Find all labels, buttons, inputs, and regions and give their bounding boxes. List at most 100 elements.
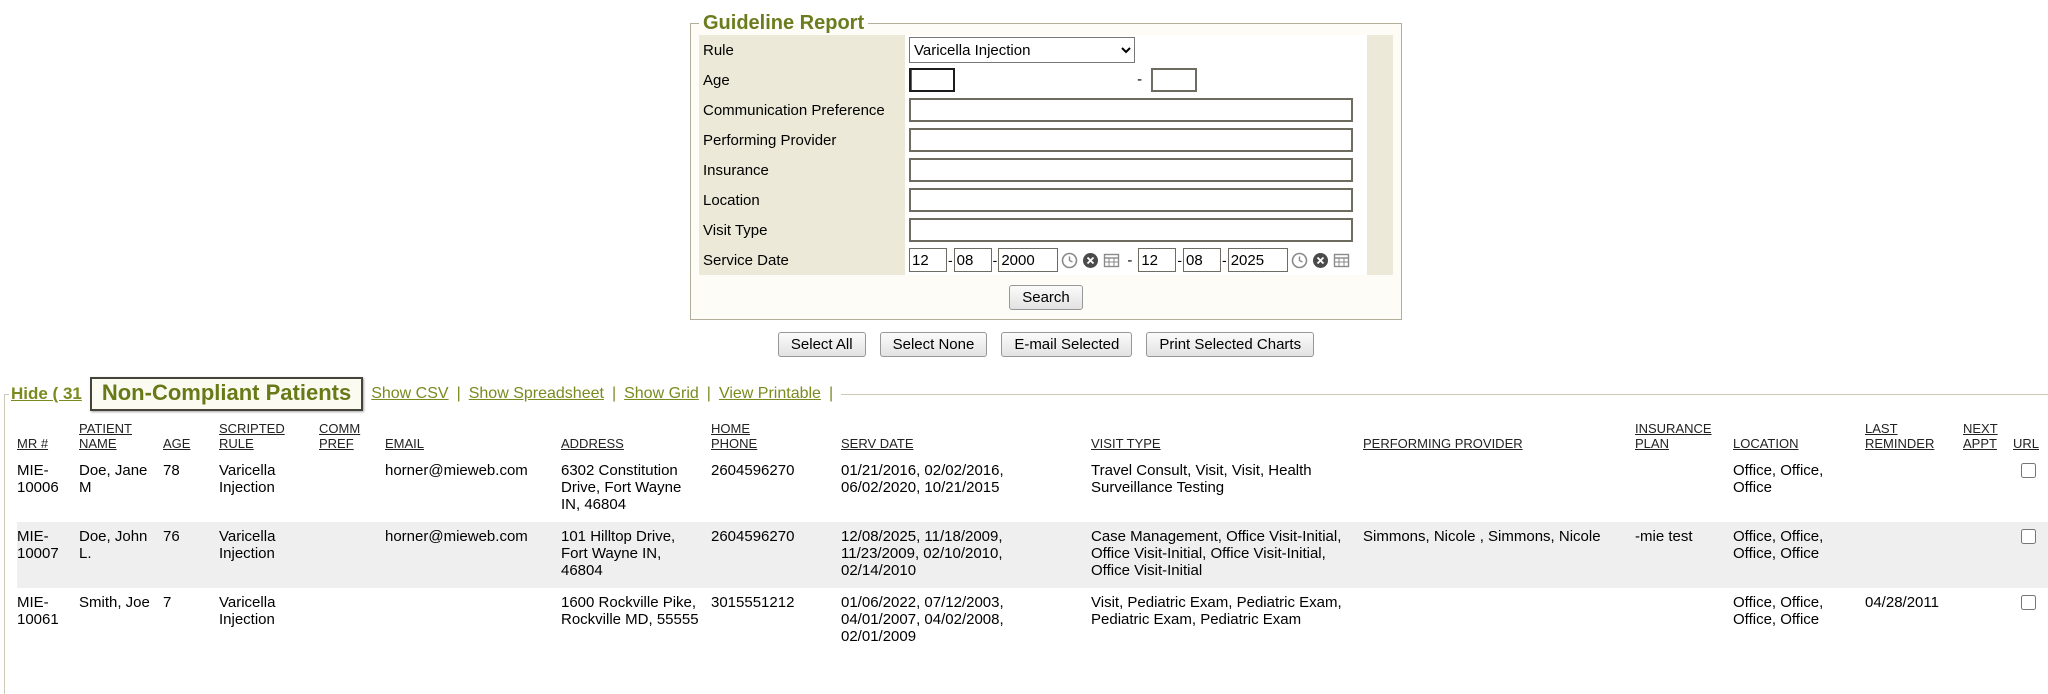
section-title: Non-Compliant Patients: [90, 377, 363, 411]
home-phone-cell: 2604596270: [711, 456, 841, 522]
form-row-strip: [1367, 65, 1393, 95]
col-header-patient-name[interactable]: PATIENT NAME: [79, 419, 163, 456]
visit-type-row: Visit Type: [699, 215, 1393, 245]
service-date-from-month-input[interactable]: [909, 248, 947, 272]
performing-provider-cell: Simmons, Nicole , Simmons, Nicole: [1363, 522, 1635, 588]
col-header-insurance-plan[interactable]: INSURANCE PLAN: [1635, 419, 1733, 456]
link-separator: |: [707, 385, 711, 403]
rule-row: Rule Varicella Injection: [699, 35, 1393, 65]
communication-preference-row: Communication Preference: [699, 95, 1393, 125]
url-cell: [2013, 522, 2048, 588]
col-header-comm-pref[interactable]: COMM PREF: [319, 419, 385, 456]
service-date-to-month-input[interactable]: [1138, 248, 1176, 272]
patient-row: MIE-10006 Doe, Jane M 78 Varicella Injec…: [17, 456, 2048, 522]
email-cell: horner@mieweb.com: [385, 522, 561, 588]
col-header-last-reminder[interactable]: LAST REMINDER: [1865, 419, 1963, 456]
form-row-strip: [1367, 215, 1393, 245]
col-header-home-phone[interactable]: HOME PHONE: [711, 419, 841, 456]
age-label: Age: [699, 65, 905, 95]
age-from-input[interactable]: [909, 68, 955, 92]
clock-icon[interactable]: [1291, 252, 1308, 269]
insurance-input[interactable]: [909, 158, 1353, 182]
service-date-to-day-input[interactable]: [1183, 248, 1221, 272]
calendar-icon[interactable]: [1103, 252, 1120, 269]
col-header-scripted-rule[interactable]: SCRIPTED RULE: [219, 419, 319, 456]
link-separator: |: [612, 385, 616, 403]
col-header-performing-provider[interactable]: PERFORMING PROVIDER: [1363, 419, 1635, 456]
guideline-report-fieldset: Guideline Report Rule Varicella Injectio…: [690, 12, 1402, 320]
performing-provider-cell: [1363, 456, 1635, 522]
visit-type-input[interactable]: [909, 218, 1353, 242]
date-part-separator: -: [1177, 252, 1182, 268]
age-to-input[interactable]: [1151, 68, 1197, 92]
col-header-location[interactable]: LOCATION: [1733, 419, 1865, 456]
serv-date-cell: 01/21/2016, 02/02/2016, 06/02/2020, 10/2…: [841, 456, 1091, 522]
row-select-checkbox[interactable]: [2021, 463, 2036, 478]
calendar-icon[interactable]: [1333, 252, 1350, 269]
clear-date-icon[interactable]: [1312, 252, 1329, 269]
clear-date-icon[interactable]: [1082, 252, 1099, 269]
patient-name-cell: Doe, John L.: [79, 522, 163, 588]
row-select-checkbox[interactable]: [2021, 529, 2036, 544]
col-header-next-appt[interactable]: NEXT APPT: [1963, 419, 2013, 456]
col-header-address[interactable]: ADDRESS: [561, 419, 711, 456]
select-none-button[interactable]: Select None: [880, 332, 988, 357]
comm-pref-cell: [319, 456, 385, 522]
scripted-rule-cell: Varicella Injection: [219, 522, 319, 588]
col-header-url[interactable]: URL: [2013, 419, 2048, 456]
col-header-mr[interactable]: MR #: [17, 419, 79, 456]
last-reminder-cell: [1865, 456, 1963, 522]
row-select-checkbox[interactable]: [2021, 595, 2036, 610]
url-cell: [2013, 588, 2048, 654]
select-all-button[interactable]: Select All: [778, 332, 866, 357]
non-compliant-patients-legend: Hide ( 31 Non-Compliant Patients Show CS…: [9, 377, 841, 411]
form-row-strip: [1367, 125, 1393, 155]
show-csv-link[interactable]: Show CSV: [371, 385, 448, 403]
visit-type-cell: Travel Consult, Visit, Visit, Health Sur…: [1091, 456, 1363, 522]
clock-icon[interactable]: [1061, 252, 1078, 269]
service-date-from-day-input[interactable]: [954, 248, 992, 272]
location-label: Location: [699, 185, 905, 215]
col-header-email[interactable]: EMAIL: [385, 419, 561, 456]
performing-provider-input[interactable]: [909, 128, 1353, 152]
form-row-strip: [1367, 245, 1393, 275]
rule-select[interactable]: Varicella Injection: [909, 37, 1135, 63]
service-date-range-separator: -: [1127, 252, 1132, 269]
patients-table-header-row: MR # PATIENT NAME AGE SCRIPTED RULE COMM…: [17, 419, 2048, 456]
email-selected-button[interactable]: E-mail Selected: [1001, 332, 1132, 357]
form-row-strip: [1367, 185, 1393, 215]
col-header-visit-type[interactable]: VISIT TYPE: [1091, 419, 1363, 456]
print-selected-charts-button[interactable]: Print Selected Charts: [1146, 332, 1314, 357]
performing-provider-cell: [1363, 588, 1635, 654]
date-part-separator: -: [1222, 252, 1227, 268]
date-part-separator: -: [948, 252, 953, 268]
service-date-controls: -- - --: [909, 248, 1363, 272]
visit-type-cell: Visit, Pediatric Exam, Pediatric Exam, P…: [1091, 588, 1363, 654]
mr-cell: MIE-10061: [17, 588, 79, 654]
show-grid-link[interactable]: Show Grid: [624, 385, 699, 403]
search-button[interactable]: Search: [1009, 285, 1083, 310]
communication-preference-input[interactable]: [909, 98, 1353, 122]
col-header-age[interactable]: AGE: [163, 419, 219, 456]
date-part-separator: -: [993, 252, 998, 268]
comm-pref-cell: [319, 522, 385, 588]
rule-label: Rule: [699, 35, 905, 65]
patient-row: MIE-10061 Smith, Joe 7 Varicella Injecti…: [17, 588, 2048, 654]
view-printable-link[interactable]: View Printable: [719, 385, 821, 403]
location-input[interactable]: [909, 188, 1353, 212]
form-row-strip: [1367, 35, 1393, 65]
email-cell: horner@mieweb.com: [385, 456, 561, 522]
show-spreadsheet-link[interactable]: Show Spreadsheet: [469, 385, 604, 403]
insurance-plan-cell: [1635, 588, 1733, 654]
service-date-to-year-input[interactable]: [1228, 248, 1288, 272]
scripted-rule-cell: Varicella Injection: [219, 588, 319, 654]
hide-link[interactable]: Hide ( 31: [11, 384, 82, 404]
insurance-plan-cell: [1635, 456, 1733, 522]
service-date-from-year-input[interactable]: [998, 248, 1058, 272]
next-appt-cell: [1963, 456, 2013, 522]
guideline-report-area: Guideline Report Rule Varicella Injectio…: [690, 12, 1402, 320]
col-header-serv-date[interactable]: SERV DATE: [841, 419, 1091, 456]
visit-type-cell: Case Management, Office Visit-Initial, O…: [1091, 522, 1363, 588]
patient-name-cell: Doe, Jane M: [79, 456, 163, 522]
link-separator: |: [829, 385, 833, 403]
